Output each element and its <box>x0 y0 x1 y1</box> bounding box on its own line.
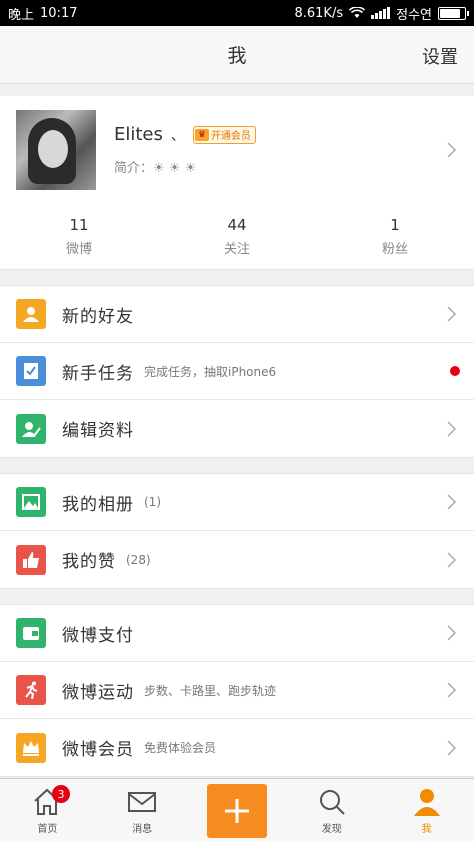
menu-item-weibo-sport[interactable]: 微博运动 步数、卡路里、跑步轨迹 <box>0 662 474 719</box>
chevron-right-icon <box>442 141 460 159</box>
stat-followers[interactable]: 1 粉丝 <box>316 204 474 269</box>
menu-item-new-friends[interactable]: 新的好友 <box>0 286 474 343</box>
avatar[interactable] <box>16 110 96 190</box>
page-title: 我 <box>227 45 247 67</box>
task-icon <box>16 356 46 386</box>
search-icon <box>319 790 345 815</box>
notification-dot <box>450 366 460 376</box>
menu-subtitle: (28) <box>126 552 151 567</box>
menu-item-weibo-vip[interactable]: 微博会员 免费体验会员 <box>0 719 474 776</box>
wallet-icon <box>16 618 46 648</box>
menu-item-weibo-pay[interactable]: 微博支付 <box>0 605 474 662</box>
tab-label: 发现 <box>321 824 342 835</box>
menu-subtitle: 步数、卡路里、跑步轨迹 <box>144 683 277 698</box>
stat-followers-label: 粉丝 <box>381 242 408 257</box>
tab-me[interactable]: 我 <box>379 779 474 842</box>
vip-badge[interactable]: ♛ 开通会员 <box>192 125 256 144</box>
menu-group-albums: 我的相册 (1) 我的赞 (28) <box>0 473 474 589</box>
chevron-right-icon <box>442 493 460 511</box>
profile-intro: 简介：☀ ☀ ☀ <box>114 161 197 176</box>
tab-bar: 3 首页 消息 发现 我 <box>0 778 474 842</box>
vip-crown-icon <box>16 732 46 763</box>
name-mark: 、 <box>170 127 185 144</box>
menu-label: 我的赞 <box>62 552 116 572</box>
menu-group-services: 微博支付 微博运动 步数、卡路里、跑步轨迹 微博会员 免费体验会员 <box>0 604 474 777</box>
tab-home[interactable]: 3 首页 <box>0 779 95 842</box>
signal-icon <box>371 7 391 19</box>
plus-icon <box>224 798 249 823</box>
stat-weibo-count: 11 <box>69 216 89 234</box>
menu-subtitle: 免费体验会员 <box>144 741 217 755</box>
person-icon <box>16 299 46 329</box>
menu-item-my-likes[interactable]: 我的赞 (28) <box>0 531 474 588</box>
crown-icon: ♛ <box>194 128 209 141</box>
menu-label: 新手任务 <box>62 363 134 384</box>
compose-button[interactable] <box>206 783 267 838</box>
stat-following-count: 44 <box>227 216 247 234</box>
envelope-icon <box>128 792 157 812</box>
chevron-right-icon <box>442 420 460 438</box>
profile-name: Elites <box>114 124 163 145</box>
person-icon <box>413 789 440 816</box>
status-bar: 晚上 10:17 8.61K/s 정수연 <box>0 0 474 26</box>
menu-item-newbie-tasks[interactable]: 新手任务 完成任务，抽取iPhone6 <box>0 343 474 400</box>
chevron-right-icon <box>442 739 460 757</box>
stat-following-label: 关注 <box>223 242 250 257</box>
stat-following[interactable]: 44 关注 <box>158 204 316 269</box>
vip-badge-label: 开通会员 <box>210 131 251 142</box>
menu-label: 微博会员 <box>62 740 134 760</box>
profile-header[interactable]: Elites 、 ♛ 开通会员 简介：☀ ☀ ☀ <box>0 96 474 204</box>
menu-label: 编辑资料 <box>62 421 134 441</box>
running-icon <box>16 675 46 705</box>
home-badge: 3 <box>52 785 70 803</box>
chevron-right-icon <box>442 624 460 642</box>
status-time: 10:17 <box>40 5 78 21</box>
chevron-right-icon <box>442 305 460 323</box>
stats-row: 11 微博 44 关注 1 粉丝 <box>0 204 474 270</box>
chevron-right-icon <box>442 681 460 699</box>
tab-label: 我 <box>421 824 432 835</box>
wifi-icon <box>349 7 366 18</box>
tab-label: 消息 <box>132 824 153 835</box>
edit-profile-icon <box>16 413 46 444</box>
menu-label: 新的好友 <box>62 306 134 327</box>
tab-discover[interactable]: 发现 <box>284 779 379 842</box>
header-bar: 我 设置 <box>0 26 474 84</box>
carrier-name: 정수연 <box>396 7 432 23</box>
stat-weibo[interactable]: 11 微博 <box>0 204 158 269</box>
menu-group-friends: 新的好友 新手任务 完成任务，抽取iPhone6 编辑资料 <box>0 285 474 458</box>
stat-weibo-label: 微博 <box>65 242 92 257</box>
menu-subtitle: (1) <box>144 495 161 509</box>
album-icon <box>16 487 46 517</box>
thumbs-up-icon <box>16 544 46 575</box>
settings-button[interactable]: 设置 <box>422 43 458 69</box>
chevron-right-icon <box>442 551 460 569</box>
tab-compose[interactable] <box>190 779 285 842</box>
menu-label: 我的相册 <box>62 494 134 515</box>
tab-label: 首页 <box>37 824 58 835</box>
status-period: 晚上 <box>8 7 35 23</box>
stat-followers-count: 1 <box>390 216 400 234</box>
menu-subtitle: 完成任务，抽取iPhone6 <box>144 364 277 379</box>
menu-item-edit-profile[interactable]: 编辑资料 <box>0 400 474 457</box>
menu-label: 微博运动 <box>62 682 134 703</box>
profile-card: Elites 、 ♛ 开通会员 简介：☀ ☀ ☀ 11 微博 44 关注 1 粉… <box>0 96 474 270</box>
tab-messages[interactable]: 消息 <box>95 779 190 842</box>
menu-item-my-album[interactable]: 我的相册 (1) <box>0 474 474 531</box>
net-speed: 8.61K/s <box>294 5 344 21</box>
battery-icon <box>438 6 469 20</box>
menu-label: 微博支付 <box>62 625 134 646</box>
